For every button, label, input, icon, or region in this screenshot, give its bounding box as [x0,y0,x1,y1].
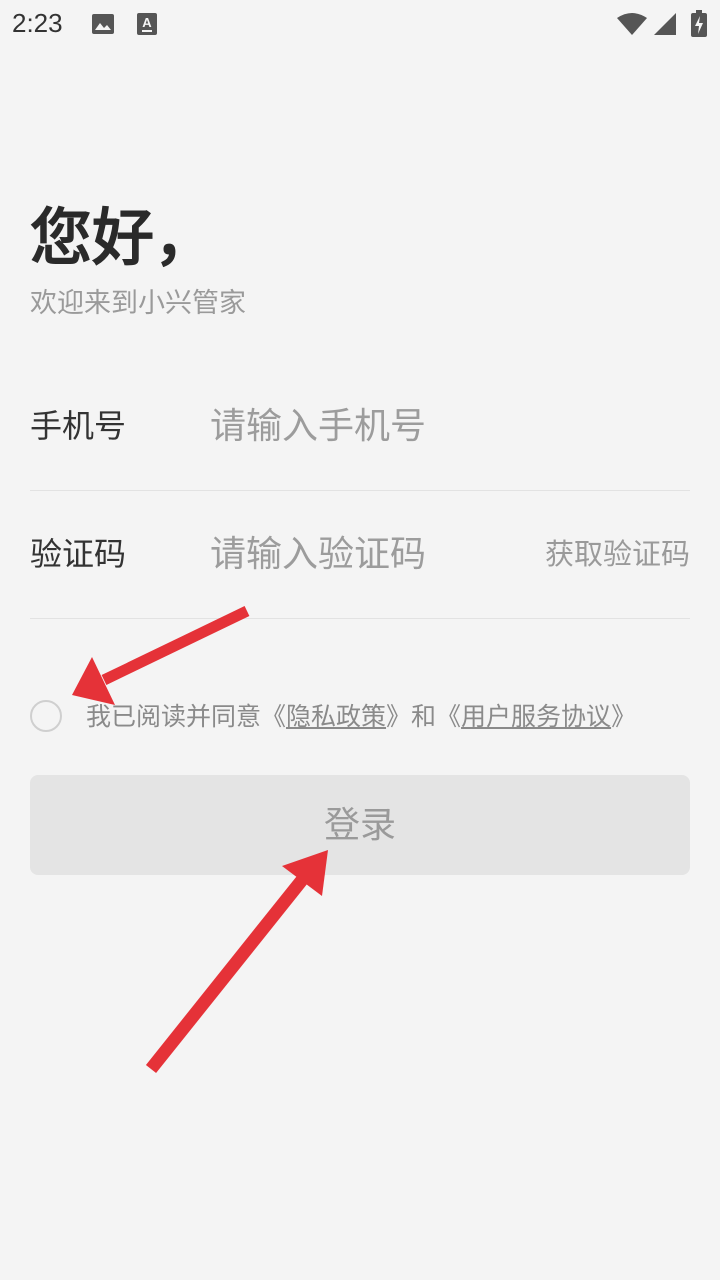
arrow-to-checkbox-icon [72,606,250,705]
arrow-to-login-icon [145,850,328,1074]
terms-link[interactable]: 用户服务协议 [461,702,611,731]
get-code-button[interactable]: 获取验证码 [545,536,690,572]
status-bar: 2:23 A [0,0,720,50]
agreement-text: 我已阅读并同意《隐私政策》和《用户服务协议》 [86,700,636,734]
code-label: 验证码 [30,535,127,573]
phone-row: 手机号 [30,362,690,491]
text-a-icon: A [137,13,157,35]
agreement-row: 我已阅读并同意《隐私政策》和《用户服务协议》 [30,698,690,738]
privacy-policy-link[interactable]: 隐私政策 [286,702,386,731]
agreement-prefix: 我已阅读并同意《 [86,702,287,731]
agreement-middle: 》和《 [386,702,462,731]
phone-input[interactable] [210,400,510,452]
code-row: 验证码 获取验证码 [30,490,690,619]
greeting-subtitle: 欢迎来到小兴管家 [30,288,246,319]
phone-label: 手机号 [30,407,127,445]
agreement-checkbox[interactable] [30,700,62,732]
image-icon [92,14,114,34]
code-input[interactable] [210,528,510,580]
agreement-suffix: 》 [611,702,637,731]
status-time: 2:23 [12,8,63,38]
greeting-title: 您好， [30,201,217,274]
annotation-arrows [72,606,328,1074]
wifi-icon [617,13,647,35]
svg-text:A: A [142,15,152,30]
signal-icon [654,13,676,35]
battery-charging-icon [691,10,707,37]
login-button[interactable]: 登录 [30,775,690,875]
